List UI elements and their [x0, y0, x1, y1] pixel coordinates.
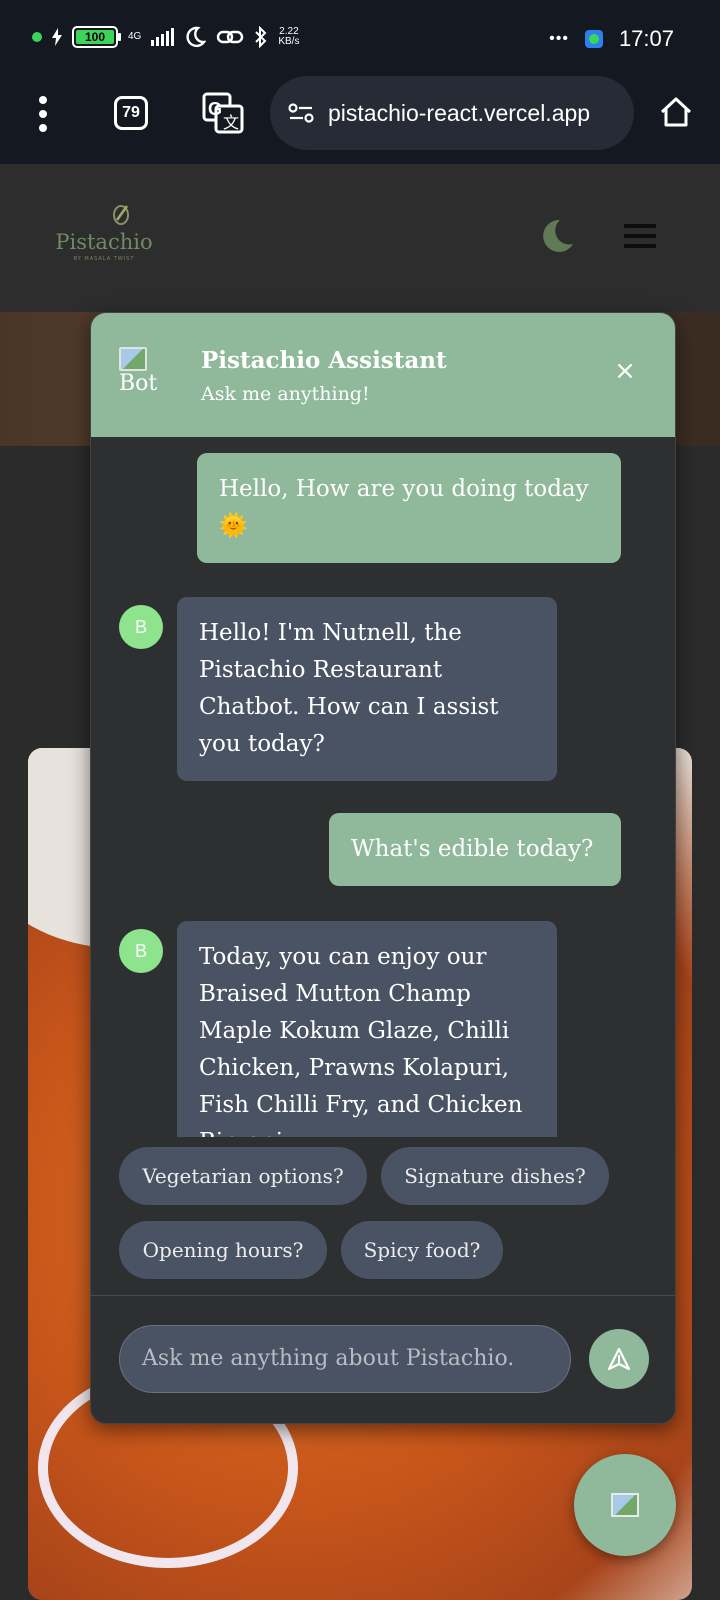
chat-title: Pistachio Assistant [201, 347, 447, 374]
logo-name: Pistachio [55, 230, 153, 254]
chat-launcher-button[interactable] [574, 1454, 676, 1556]
suggestion-vegetarian-options[interactable]: Vegetarian options? [119, 1147, 367, 1205]
theme-toggle-moon-icon[interactable] [536, 216, 576, 256]
suggestion-spicy-food[interactable]: Spicy food? [341, 1221, 503, 1279]
message-text: Hello! I'm Nutnell, the Pistachio Restau… [199, 620, 499, 757]
suggestion-opening-hours[interactable]: Opening hours? [119, 1221, 327, 1279]
bot-message: Hello! I'm Nutnell, the Pistachio Restau… [177, 597, 557, 781]
message-list[interactable]: Hello, How are you doing today 🌞 B Hello… [91, 437, 675, 1137]
site-logo[interactable]: Pistachio BY MASALA TWIST [54, 200, 154, 262]
link-icon [217, 30, 244, 44]
send-icon [607, 1347, 631, 1371]
pistachio-logo-icon [113, 205, 129, 225]
svg-text:文: 文 [223, 113, 239, 132]
message-text: Hello, How are you doing today 🌞 [219, 476, 589, 539]
home-icon[interactable] [658, 94, 694, 130]
do-not-disturb-moon-icon [186, 26, 207, 48]
status-overflow: ••• [549, 30, 569, 47]
logo-subtitle: BY MASALA TWIST [73, 256, 135, 262]
broken-image-icon [611, 1493, 639, 1517]
url-text: pistachio-react.vercel.app [328, 99, 591, 126]
whatsapp-icon [584, 30, 603, 48]
battery-level: 100 [76, 30, 114, 44]
hamburger-menu-icon[interactable] [624, 224, 656, 248]
bot-avatar: B [119, 605, 163, 649]
user-message: Hello, How are you doing today 🌞 [197, 453, 621, 563]
bot-avatar-image: Bot [119, 347, 169, 405]
bot-message: Today, you can enjoy our Braised Mutton … [177, 921, 557, 1137]
address-bar[interactable]: pistachio-react.vercel.app [270, 76, 634, 150]
bluetooth-icon [255, 26, 267, 48]
signal-icon [151, 28, 175, 46]
network-speed: 2.22 KB/s [278, 27, 299, 47]
chat-header: Bot Pistachio Assistant Ask me anything!… [91, 313, 675, 437]
bot-avatar: B [119, 929, 163, 973]
suggestion-signature-dishes[interactable]: Signature dishes? [381, 1147, 609, 1205]
browser-toolbar: 79 G 文 pistachio-react.vercel.app [0, 76, 720, 164]
message-text: What's edible today? [351, 836, 594, 862]
chat-subtitle: Ask me anything! [201, 383, 370, 405]
send-button[interactable] [589, 1329, 649, 1389]
translate-icon[interactable]: G 文 [202, 92, 244, 134]
tab-count-button[interactable]: 79 [114, 96, 148, 130]
svg-text:G: G [208, 99, 222, 119]
speed-unit: KB/s [278, 36, 300, 47]
network-type: 4G [128, 31, 142, 42]
broken-image-icon [119, 347, 147, 371]
chatbot-panel: Bot Pistachio Assistant Ask me anything!… [90, 312, 676, 1424]
status-bar: 100 4G 2.22 KB/s ••• 17:07 [0, 0, 720, 80]
close-chat-button[interactable]: × [611, 357, 639, 385]
site-settings-icon[interactable] [288, 102, 314, 124]
battery-icon: 100 [72, 26, 121, 48]
user-message: What's edible today? [329, 813, 621, 886]
chat-input[interactable]: Ask me anything about Pistachio. [119, 1325, 571, 1393]
charging-icon [52, 28, 62, 46]
site-header: Pistachio BY MASALA TWIST [0, 164, 720, 312]
bot-image-alt: Bot [119, 371, 158, 396]
input-divider [91, 1295, 675, 1296]
notification-dot-icon [32, 32, 42, 42]
message-text: Today, you can enjoy our Braised Mutton … [199, 944, 523, 1137]
browser-menu-icon[interactable] [37, 96, 49, 132]
clock: 17:07 [618, 26, 674, 51]
